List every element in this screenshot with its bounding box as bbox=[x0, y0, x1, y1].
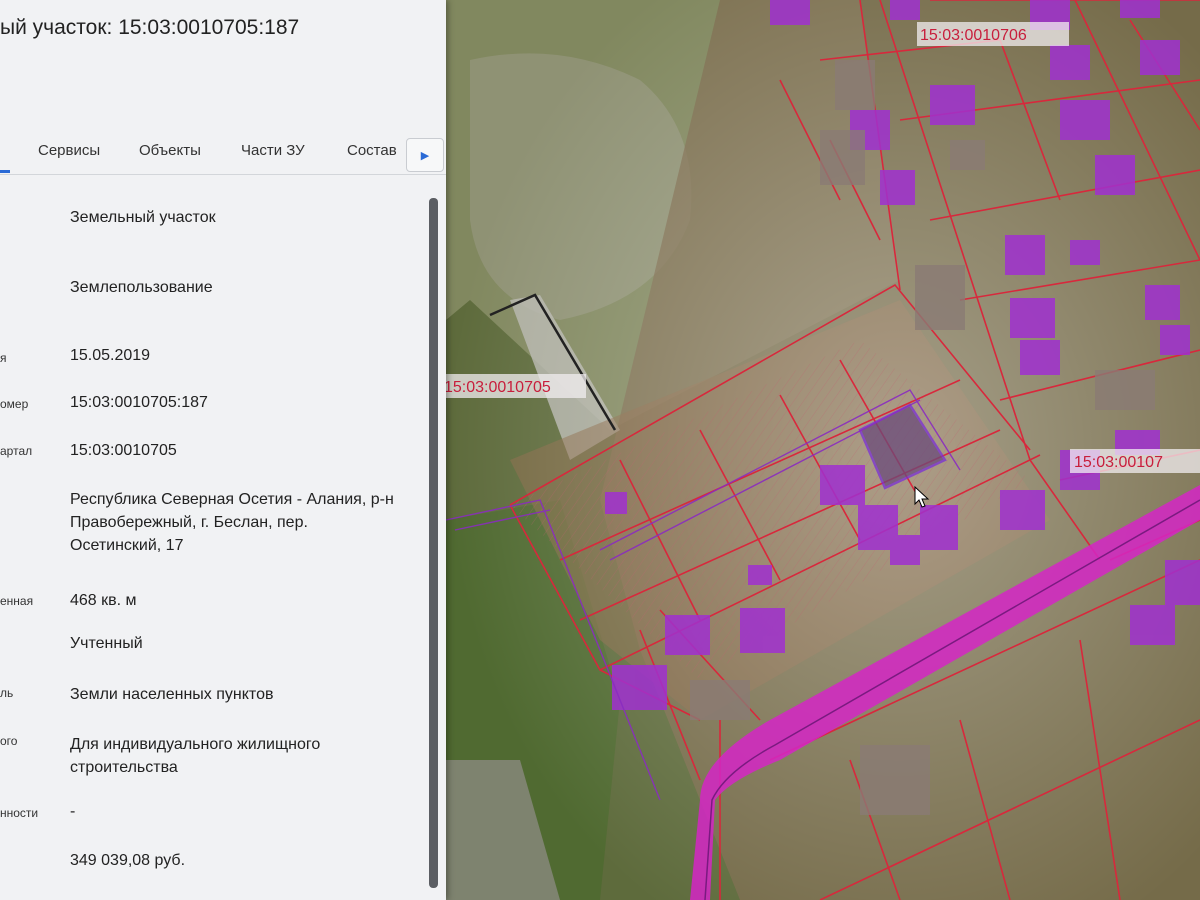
chevron-right-icon: ▶ bbox=[420, 149, 430, 162]
tab-services[interactable]: Сервисы bbox=[38, 142, 100, 159]
field-label: я bbox=[0, 351, 7, 365]
field-label: омер bbox=[0, 397, 29, 411]
field-label: енная bbox=[0, 594, 34, 608]
mouse-cursor-icon bbox=[914, 486, 930, 508]
field-value: 15:03:0010705 bbox=[70, 442, 177, 459]
quarter-label-00107: 15:03:00107 bbox=[1074, 454, 1163, 471]
scrollbar[interactable] bbox=[429, 198, 438, 888]
field-label: артал bbox=[0, 444, 33, 458]
field-value: 349 039,08 руб. bbox=[70, 852, 186, 869]
info-panel: ый участок: 15:03:0010705:187 Сервисы Об… bbox=[0, 0, 446, 900]
tab-objects[interactable]: Объекты bbox=[139, 142, 201, 159]
tab-composition[interactable]: Состав bbox=[347, 142, 397, 159]
tab-parts[interactable]: Части ЗУ bbox=[241, 142, 305, 159]
field-value: 15.05.2019 bbox=[70, 347, 151, 364]
quarter-label-0010705: 15:03:0010705 bbox=[444, 379, 551, 396]
quarter-label-0010706: 15:03:0010706 bbox=[920, 27, 1027, 44]
active-tab-indicator bbox=[0, 170, 10, 173]
tabs-next-button[interactable]: ▶ bbox=[406, 138, 444, 172]
field-value: 468 кв. м bbox=[70, 592, 137, 609]
field-label: ого bbox=[0, 734, 18, 748]
field-value: Учтенный bbox=[70, 635, 143, 652]
field-value: Землепользование bbox=[70, 279, 213, 296]
field-label: нности bbox=[0, 806, 39, 820]
field-value: Земли населенных пунктов bbox=[70, 686, 274, 703]
field-value: Республика Северная Осетия - Алания, р-н… bbox=[70, 491, 394, 554]
panel-title: ый участок: 15:03:0010705:187 bbox=[0, 16, 300, 39]
field-label: ль bbox=[0, 686, 14, 700]
field-value: - bbox=[70, 803, 76, 820]
field-value: 15:03:0010705:187 bbox=[70, 394, 208, 411]
field-value: Для индивидуального жилищного строительс… bbox=[70, 736, 321, 776]
tab-bar: Сервисы Объекты Части ЗУ Состав bbox=[0, 128, 446, 175]
field-value: Земельный участок bbox=[70, 209, 216, 226]
